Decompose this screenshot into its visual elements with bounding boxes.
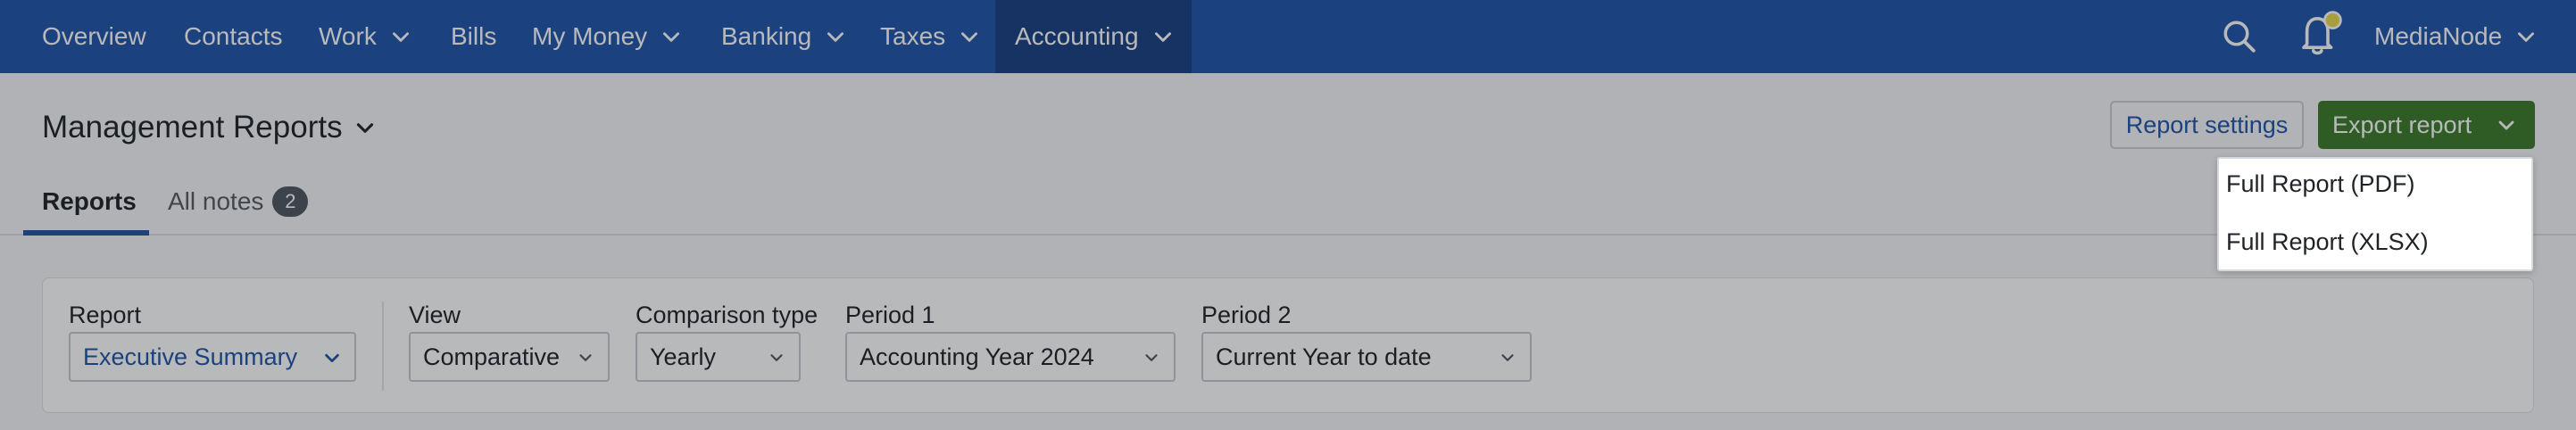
menu-item-pdf-label: Full Report (PDF)	[2226, 170, 2415, 197]
menu-item-xlsx-label: Full Report (XLSX)	[2226, 227, 2429, 255]
menu-item-full-report-xlsx[interactable]: Full Report (XLSX)	[2226, 222, 2429, 261]
menu-item-full-report-pdf[interactable]: Full Report (PDF)	[2226, 164, 2415, 203]
dropdown-backdrop[interactable]	[0, 0, 2576, 430]
